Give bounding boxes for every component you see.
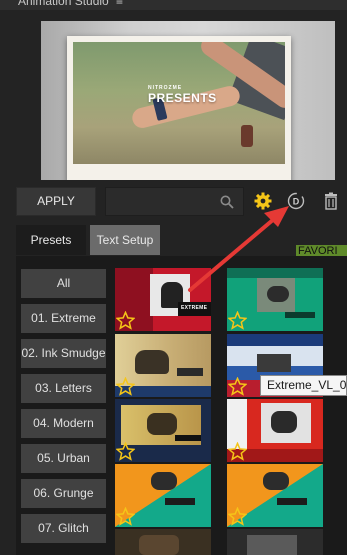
thumbnail-tooltip: Extreme_VL_04: [260, 375, 347, 396]
star-icon[interactable]: [228, 377, 247, 396]
thumbnail-caption: EXTREME: [181, 305, 208, 311]
category-all[interactable]: All: [21, 269, 106, 298]
svg-text:D: D: [293, 197, 300, 207]
search-icon[interactable]: [219, 194, 235, 210]
trash-icon[interactable]: [321, 191, 341, 211]
apply-button[interactable]: APPLY: [16, 187, 96, 216]
search-input[interactable]: [110, 192, 216, 212]
preset-thumbnail[interactable]: [115, 399, 211, 462]
category-letters[interactable]: 03. Letters: [21, 374, 106, 403]
title-bar: Animation Studio ≡: [0, 0, 347, 10]
window-title: Animation Studio: [18, 0, 109, 8]
preset-thumbnail[interactable]: [227, 399, 323, 462]
tab-presets[interactable]: Presets: [16, 225, 86, 255]
preset-thumbnail[interactable]: [227, 268, 323, 331]
preview-title-text: PRESENTS: [148, 91, 217, 105]
gear-icon[interactable]: [253, 191, 273, 211]
category-urban[interactable]: 05. Urban: [21, 444, 106, 473]
category-extreme[interactable]: 01. Extreme: [21, 304, 106, 333]
star-icon[interactable]: [116, 507, 135, 526]
preset-thumbnail[interactable]: EXTREME: [115, 268, 211, 331]
circle-d-icon[interactable]: D: [286, 191, 306, 211]
star-icon[interactable]: [116, 311, 135, 330]
preview-panel: NITROZME PRESENTS: [41, 21, 335, 180]
category-modern[interactable]: 04. Modern: [21, 409, 106, 438]
star-icon[interactable]: [116, 442, 135, 461]
category-grunge[interactable]: 06. Grunge: [21, 479, 106, 508]
preview-image-frame: [67, 36, 291, 180]
search-box: [105, 187, 244, 216]
star-icon[interactable]: [116, 377, 135, 396]
preset-thumbnail[interactable]: [115, 334, 211, 397]
category-glitch[interactable]: 07. Glitch: [21, 514, 106, 543]
category-ink-smudge[interactable]: 02. Ink Smudge: [21, 339, 106, 368]
star-icon[interactable]: [228, 311, 247, 330]
star-icon[interactable]: [228, 442, 247, 461]
preset-thumbnail[interactable]: [115, 464, 211, 527]
hamburger-icon[interactable]: ≡: [116, 0, 123, 8]
star-icon[interactable]: [228, 507, 247, 526]
preset-thumbnail[interactable]: [227, 529, 323, 555]
tab-text-setup[interactable]: Text Setup: [90, 225, 160, 255]
preset-thumbnail[interactable]: [115, 529, 211, 555]
preset-thumbnail[interactable]: [227, 464, 323, 527]
